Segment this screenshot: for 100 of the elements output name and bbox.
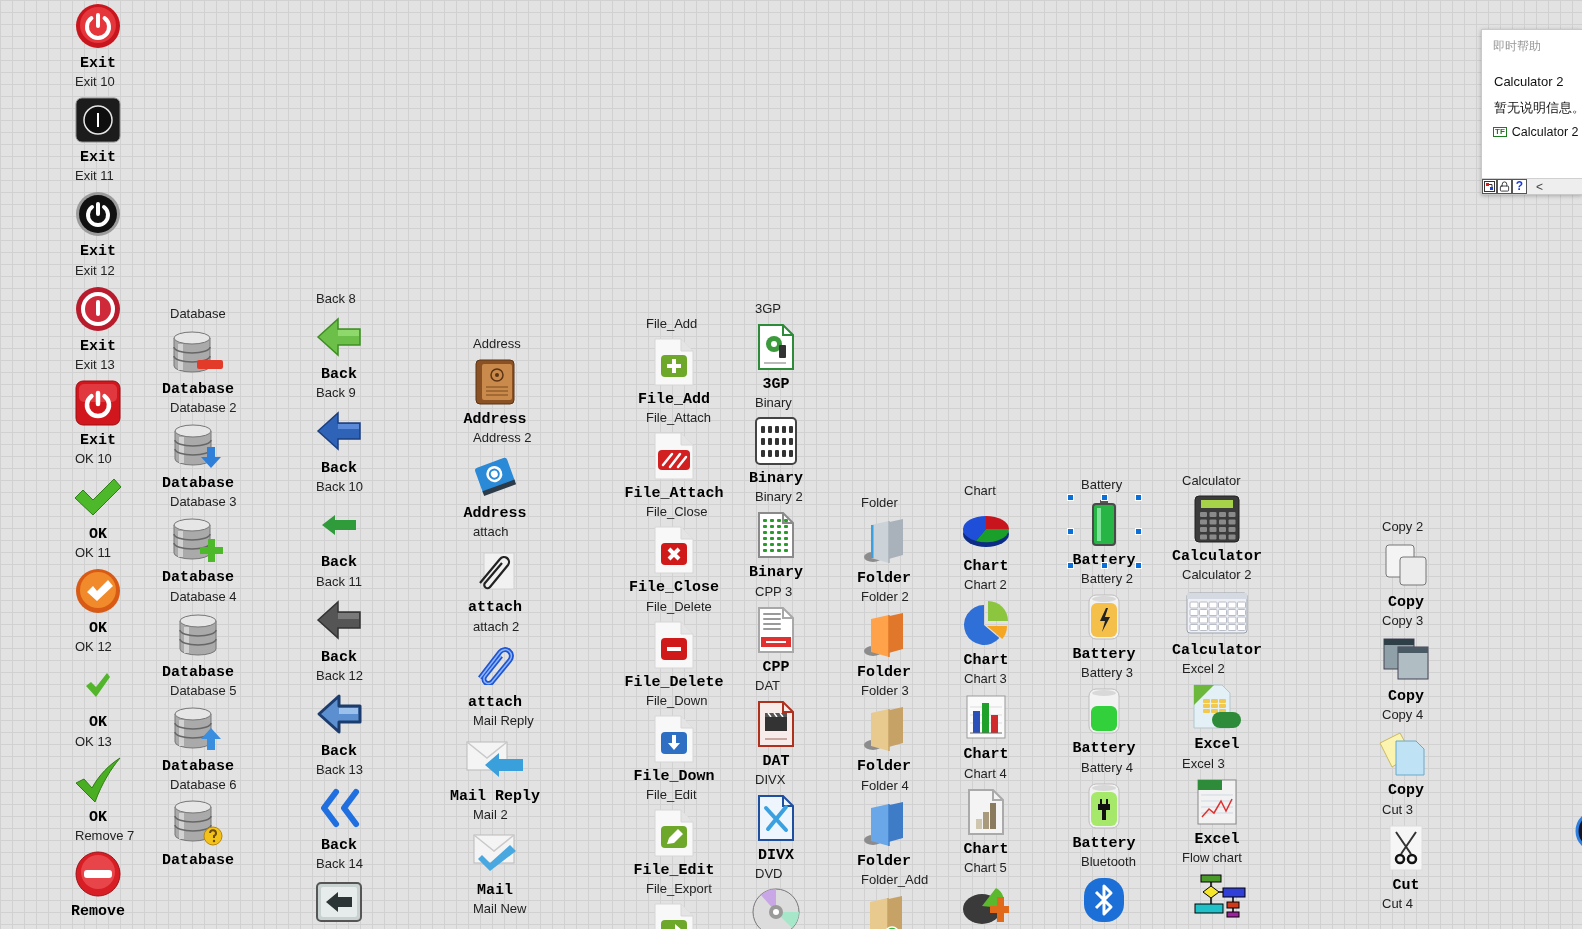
selection-handle-icon[interactable] xyxy=(1134,561,1142,569)
icon-button[interactable]: OK xyxy=(75,568,121,638)
selection-handle-icon[interactable] xyxy=(1100,493,1108,501)
help-button[interactable]: ? xyxy=(1512,179,1527,194)
collapse-button[interactable]: < xyxy=(1536,179,1543,194)
icon-button[interactable]: Back xyxy=(316,314,362,383)
icon-button[interactable]: Back xyxy=(316,690,362,760)
icon-button[interactable]: Folder xyxy=(857,612,911,682)
icon-button[interactable]: Binary xyxy=(749,418,803,488)
icon-button[interactable]: Folder xyxy=(857,706,911,776)
control-label: Back 13 xyxy=(316,761,363,777)
icon-button[interactable]: OK xyxy=(74,473,122,543)
bluetooth-icon xyxy=(1083,876,1125,923)
icon-button[interactable]: Database xyxy=(162,611,234,681)
icon-button[interactable]: Remove xyxy=(71,850,125,920)
icon-button[interactable]: Battery xyxy=(1072,594,1136,664)
icon-button[interactable]: Back xyxy=(316,596,362,666)
icon-button[interactable]: Battery xyxy=(1072,688,1136,758)
selection-handle-icon[interactable] xyxy=(1100,561,1108,569)
icon-button[interactable]: File_Delete xyxy=(624,621,724,691)
icon-button[interactable]: Chart xyxy=(963,788,1009,858)
icon-button[interactable]: Calculator xyxy=(1172,496,1262,565)
selection-handle-icon[interactable] xyxy=(1066,561,1074,569)
icon-button[interactable]: Exit xyxy=(75,3,121,72)
paperclip-icon xyxy=(475,644,515,685)
icon-button[interactable] xyxy=(1083,876,1125,923)
icon-button[interactable]: Battery xyxy=(1072,782,1136,852)
control-label: Database 6 xyxy=(170,776,237,792)
icon-button[interactable]: Excel xyxy=(1192,684,1242,754)
terminals-button[interactable] xyxy=(1482,179,1497,194)
icon-button[interactable]: Excel xyxy=(1194,778,1240,848)
icon-button[interactable]: CPP xyxy=(757,606,795,676)
icon-button[interactable]: attach xyxy=(468,641,522,711)
icon-button[interactable]: DIVX xyxy=(757,794,795,864)
icon-button[interactable]: Chart xyxy=(962,506,1010,575)
control-label: Exit 12 xyxy=(75,262,115,278)
icon-button[interactable]: Mail Reply xyxy=(450,735,540,805)
icon-button[interactable]: OK xyxy=(85,662,111,732)
binary-file-icon xyxy=(755,417,797,466)
selection-handle-icon[interactable] xyxy=(1134,527,1142,535)
icon-button[interactable]: Database xyxy=(162,799,234,869)
icon-button[interactable]: Back xyxy=(316,408,362,478)
icon-button[interactable]: Mail xyxy=(472,829,518,899)
icon-button[interactable]: File_Attach xyxy=(624,433,724,503)
icon-button[interactable]: attach xyxy=(468,547,522,617)
control-label: OK 13 xyxy=(75,733,112,749)
icon-button[interactable]: OK xyxy=(75,756,121,826)
icon-button[interactable]: Database xyxy=(162,423,234,493)
icon-button[interactable]: Exit xyxy=(75,191,121,261)
double-chevron-left-icon xyxy=(318,787,360,828)
icon-button[interactable]: Copy xyxy=(1384,542,1428,611)
calculator-window-icon xyxy=(1186,592,1248,635)
icon-button[interactable]: File_Close xyxy=(629,527,719,597)
icon-button[interactable]: 3GP xyxy=(757,324,795,393)
control-label: Database 3 xyxy=(170,494,237,510)
icon-button[interactable]: File_Down xyxy=(633,715,715,785)
icon-button[interactable]: Database xyxy=(162,329,234,398)
file-minus-icon xyxy=(654,620,694,669)
icon-button[interactable]: Binary xyxy=(749,512,803,582)
calculator-icon xyxy=(1194,495,1240,543)
icon-button[interactable]: Folder xyxy=(857,800,911,870)
icon-button[interactable]: Cut xyxy=(1389,824,1423,894)
icon-button[interactable]: Back xyxy=(321,502,357,572)
address-book-icon xyxy=(474,359,516,405)
lock-button[interactable] xyxy=(1497,179,1512,194)
control-label: Remove 7 xyxy=(75,827,135,843)
icon-button[interactable]: Address xyxy=(463,359,527,428)
icon-button[interactable]: Database xyxy=(162,705,234,775)
code-file-icon xyxy=(757,605,795,654)
icon-button[interactable]: Copy xyxy=(1382,636,1430,706)
control-label: Database 4 xyxy=(170,588,237,604)
icon-button[interactable]: Folder xyxy=(857,518,911,587)
icon-button[interactable]: Chart xyxy=(963,600,1009,670)
icon-button[interactable]: Database xyxy=(162,517,234,587)
icon-button[interactable]: File_Add xyxy=(638,339,710,408)
file-attachment-icon xyxy=(654,432,694,481)
control-label: File_Delete xyxy=(646,598,712,614)
control-label: OK 10 xyxy=(75,450,112,466)
icon-button[interactable]: Battery xyxy=(1072,500,1136,569)
icon-button[interactable]: DAT xyxy=(757,700,795,770)
control-label: Exit 11 xyxy=(75,168,114,184)
icon-button[interactable]: Copy xyxy=(1378,730,1434,800)
control-label: Cut 3 xyxy=(1382,801,1414,817)
control-label: Folder xyxy=(861,495,898,510)
icon-button[interactable]: Calculator xyxy=(1172,590,1262,660)
power-icon xyxy=(75,3,121,49)
icon-button[interactable]: Exit xyxy=(75,97,121,167)
icon-button[interactable]: Chart xyxy=(963,694,1009,764)
selection-handle-icon[interactable] xyxy=(1066,493,1074,501)
icon-button[interactable]: Exit xyxy=(75,379,121,449)
icon-button[interactable]: Exit xyxy=(75,285,121,355)
control-label: Exit 13 xyxy=(75,356,115,372)
icon-button[interactable]: Back xyxy=(318,784,360,854)
icon-button[interactable]: File_Edit xyxy=(633,809,715,879)
selection-handle-icon[interactable] xyxy=(1066,527,1074,535)
selection-handle-icon[interactable] xyxy=(1134,493,1142,501)
control-label: Mail New xyxy=(473,901,527,917)
battery-plug-icon xyxy=(1088,782,1120,829)
control-label: attach xyxy=(473,524,509,540)
icon-button[interactable]: Address xyxy=(463,453,527,523)
